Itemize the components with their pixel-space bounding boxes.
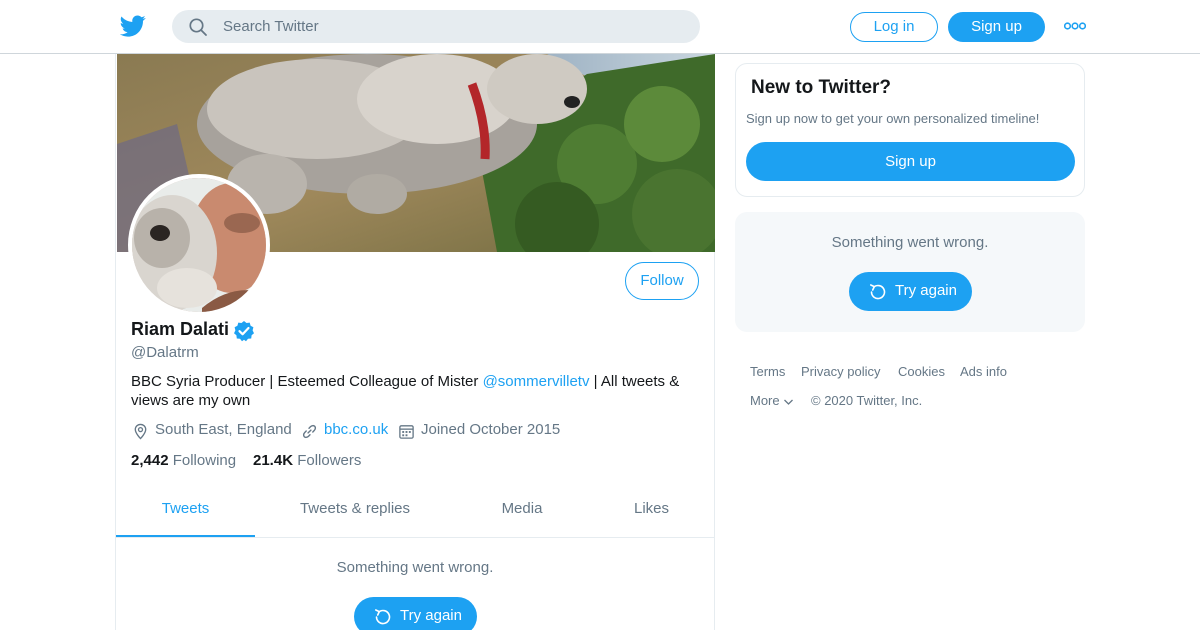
- search-bar[interactable]: Search Twitter: [172, 10, 700, 43]
- footer-more-menu[interactable]: More: [750, 393, 794, 408]
- refresh-icon: [870, 284, 886, 300]
- bio-mention-link[interactable]: @sommervilletv: [483, 373, 590, 390]
- top-navigation-bar: Search Twitter Log in Sign up: [0, 0, 1200, 54]
- timeline-error-message: Something went wrong.: [336, 559, 494, 576]
- try-again-label: Try again: [895, 282, 957, 299]
- tab-tweets-and-replies[interactable]: Tweets & replies: [255, 478, 455, 537]
- timeline-try-again-button[interactable]: Try again: [354, 597, 477, 630]
- twitter-bird-icon[interactable]: [120, 13, 146, 39]
- tab-tweets[interactable]: Tweets: [116, 478, 255, 537]
- footer-link-cookies[interactable]: Cookies: [898, 364, 945, 379]
- follow-button[interactable]: Follow: [625, 262, 699, 300]
- sidebar-error-card: Something went wrong. Try again: [735, 212, 1085, 332]
- profile-location: South East, England: [155, 421, 292, 438]
- login-button[interactable]: Log in: [850, 12, 938, 42]
- footer-link-privacy[interactable]: Privacy policy: [801, 364, 880, 379]
- new-to-twitter-title: New to Twitter?: [751, 77, 892, 98]
- profile-handle: @Dalatrm: [131, 344, 199, 361]
- footer-copyright: © 2020 Twitter, Inc.: [811, 393, 923, 408]
- search-icon: [189, 18, 207, 36]
- tab-media[interactable]: Media: [455, 478, 589, 537]
- bio-text: BBC Syria Producer | Esteemed Colleague …: [131, 373, 483, 390]
- profile-website-link[interactable]: bbc.co.uk: [324, 421, 388, 438]
- footer-more-label: More: [750, 393, 780, 408]
- profile-tabs: Tweets Tweets & replies Media Likes: [116, 478, 714, 538]
- sidebar-signup-button[interactable]: Sign up: [746, 142, 1075, 181]
- more-dots-icon[interactable]: [1064, 20, 1086, 32]
- profile-avatar[interactable]: [128, 174, 270, 316]
- followers-label: Followers: [297, 452, 362, 469]
- profile-column: Follow Riam Dalati @Dalatrm BBC Syria Pr…: [115, 54, 715, 630]
- chevron-down-icon: [783, 399, 793, 405]
- followers-stat[interactable]: 21.4K Followers: [253, 452, 361, 469]
- new-to-twitter-subtitle: Sign up now to get your own personalized…: [746, 111, 1040, 126]
- following-count: 2,442: [131, 452, 169, 469]
- refresh-icon: [375, 609, 391, 625]
- following-label: Following: [172, 452, 237, 469]
- sidebar-try-again-button[interactable]: Try again: [849, 272, 972, 311]
- followers-count: 21.4K: [253, 452, 294, 469]
- profile-joined-date: Joined October 2015: [421, 421, 561, 438]
- footer-link-ads-info[interactable]: Ads info: [960, 364, 1007, 379]
- signup-button[interactable]: Sign up: [948, 12, 1045, 42]
- calendar-icon: [399, 425, 414, 439]
- following-stat[interactable]: 2,442 Following: [131, 452, 236, 469]
- profile-name: Riam Dalati: [131, 319, 230, 339]
- search-input[interactable]: Search Twitter: [223, 18, 319, 35]
- new-to-twitter-card: New to Twitter? Sign up now to get your …: [735, 63, 1085, 197]
- location-pin-icon: [134, 423, 147, 440]
- tab-likes[interactable]: Likes: [589, 478, 714, 537]
- try-again-label: Try again: [400, 607, 462, 624]
- sidebar-error-message: Something went wrong.: [831, 234, 989, 251]
- profile-bio: BBC Syria Producer | Esteemed Colleague …: [131, 372, 701, 410]
- footer-link-terms[interactable]: Terms: [750, 364, 785, 379]
- verified-badge-icon: [234, 321, 254, 342]
- link-icon: [302, 424, 317, 439]
